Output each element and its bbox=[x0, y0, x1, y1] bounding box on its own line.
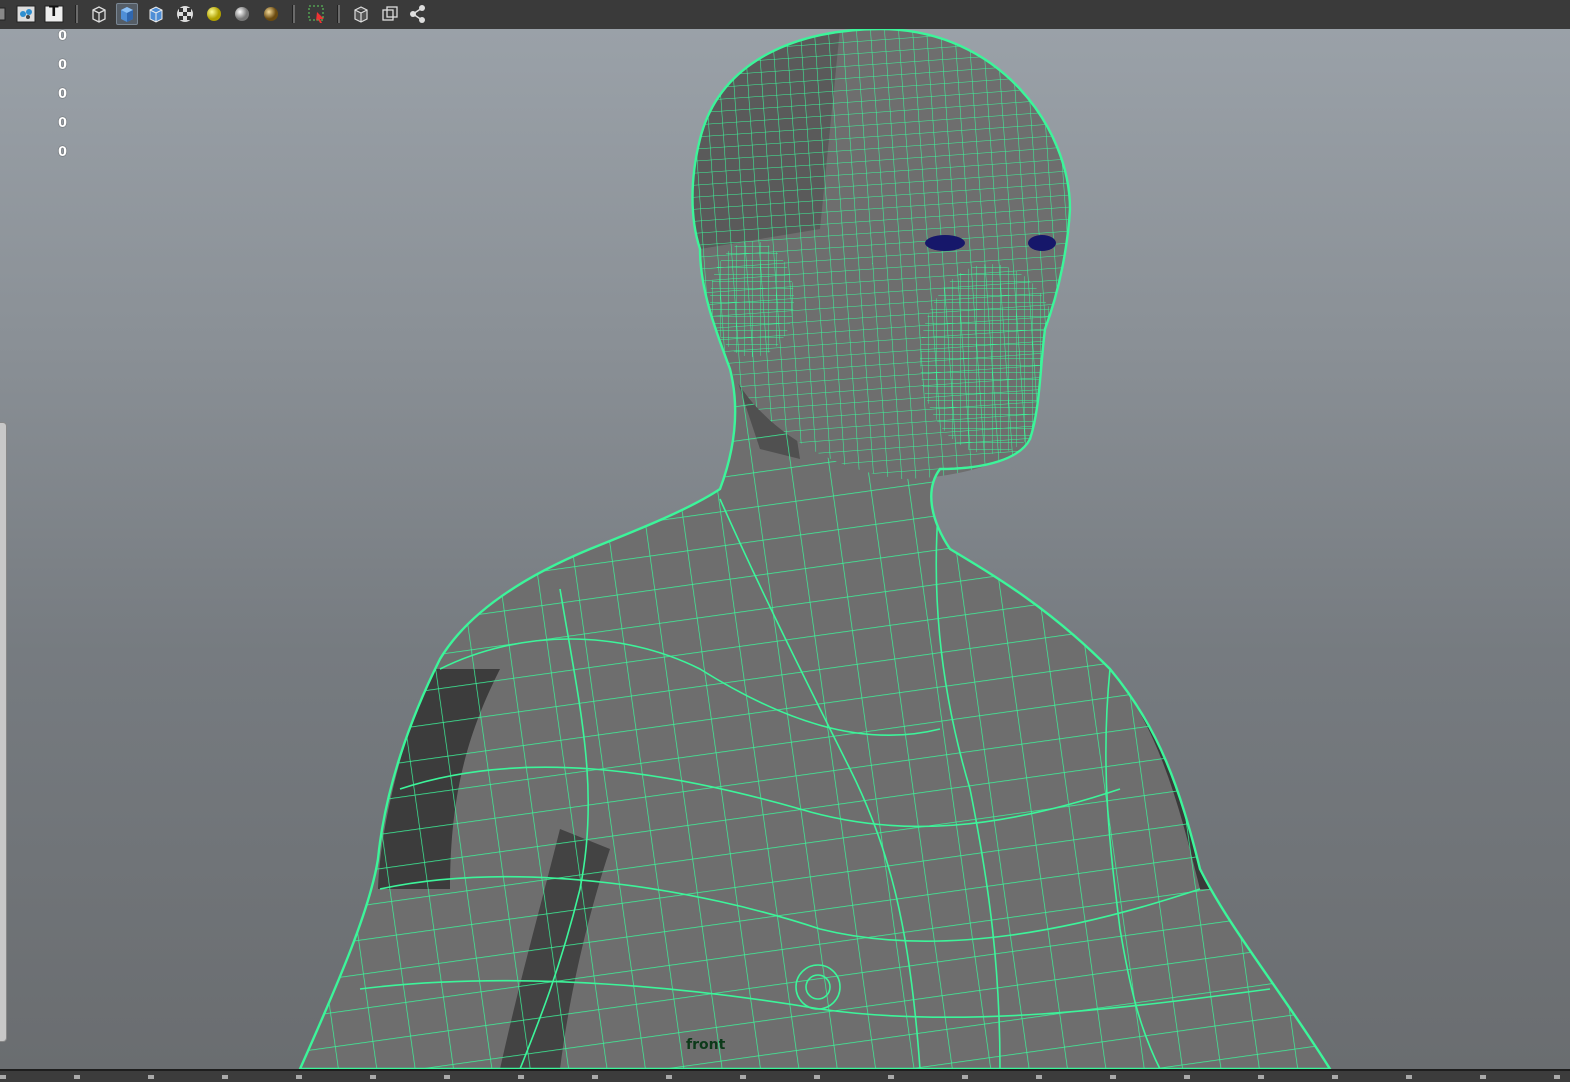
smooth-shade-cube-icon[interactable] bbox=[116, 3, 138, 25]
viewport-toolbar: T bbox=[0, 0, 1570, 30]
default-light-icon[interactable] bbox=[203, 3, 225, 25]
right-eye bbox=[1028, 235, 1056, 251]
camera-name-label: front bbox=[686, 1037, 726, 1053]
text-t-icon[interactable]: T bbox=[43, 3, 65, 25]
3d-viewport[interactable]: 0 0 0 0 0 front bbox=[0, 29, 1570, 1069]
node-graph-icon[interactable] bbox=[407, 3, 429, 25]
wireframe-on-shaded-cube-icon[interactable] bbox=[145, 3, 167, 25]
toolbar-separator bbox=[75, 5, 78, 23]
toolbar-separator bbox=[337, 5, 340, 23]
bounding-box-icon[interactable] bbox=[379, 3, 401, 25]
xray-select-icon[interactable] bbox=[306, 3, 328, 25]
wireframe-on-shaded-icon[interactable] bbox=[15, 3, 37, 25]
toolbar-separator bbox=[292, 5, 295, 23]
timeline-ticks bbox=[0, 1075, 1570, 1079]
checker-texture-icon[interactable] bbox=[174, 3, 196, 25]
timeline-strip[interactable] bbox=[0, 1069, 1570, 1082]
left-eye bbox=[925, 235, 965, 251]
text-t-glyph: T bbox=[49, 4, 59, 20]
human-bust-mesh[interactable] bbox=[0, 29, 1570, 1069]
wireframe-cube-icon[interactable] bbox=[88, 3, 110, 25]
shadows-sphere-icon[interactable] bbox=[260, 3, 282, 25]
all-lights-sphere-icon[interactable] bbox=[231, 3, 253, 25]
isolate-select-icon[interactable] bbox=[350, 3, 372, 25]
panel-menu-icon[interactable] bbox=[0, 3, 10, 25]
